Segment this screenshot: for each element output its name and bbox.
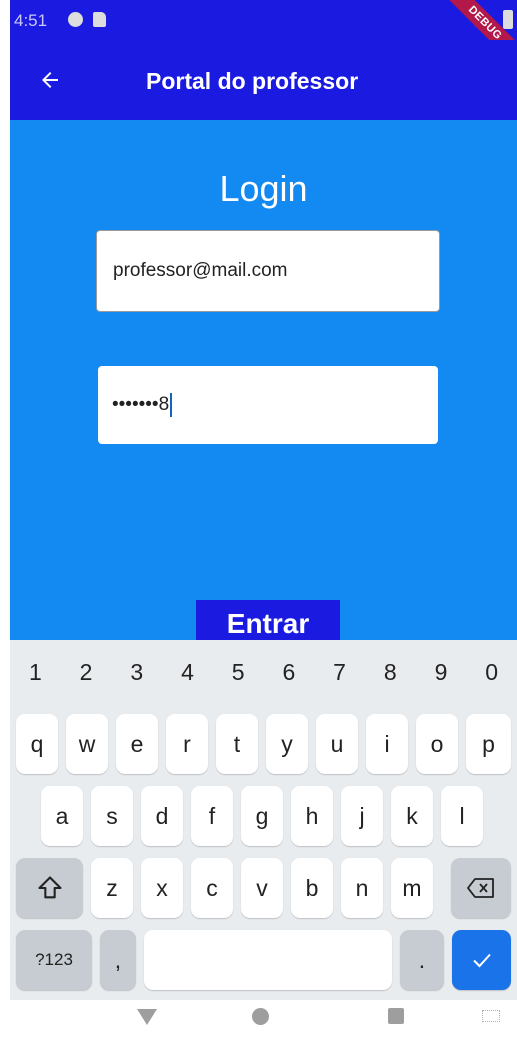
period-key[interactable]: .	[400, 930, 444, 990]
key-8[interactable]: 8	[365, 640, 416, 704]
backspace-icon	[467, 878, 494, 898]
space-key[interactable]	[144, 930, 392, 990]
key-u[interactable]: u	[316, 714, 358, 774]
login-button[interactable]: Entrar	[196, 600, 340, 640]
password-field[interactable]: •••••••8	[98, 366, 438, 444]
key-z[interactable]: z	[91, 858, 133, 918]
key-a[interactable]: a	[41, 786, 83, 846]
key-4[interactable]: 4	[162, 640, 213, 704]
nav-home-icon[interactable]	[252, 1008, 269, 1025]
symbols-key[interactable]: ?123	[16, 930, 92, 990]
key-g[interactable]: g	[241, 786, 283, 846]
key-d[interactable]: d	[141, 786, 183, 846]
key-b[interactable]: b	[291, 858, 333, 918]
comma-key[interactable]: ,	[100, 930, 136, 990]
email-field[interactable]: professor@mail.com	[96, 230, 440, 312]
key-0[interactable]: 0	[466, 640, 517, 704]
key-n[interactable]: n	[341, 858, 383, 918]
key-6[interactable]: 6	[264, 640, 315, 704]
key-3[interactable]: 3	[111, 640, 162, 704]
nav-back-icon[interactable]	[137, 1009, 157, 1025]
password-value: •••••••8	[112, 394, 170, 415]
login-heading: Login	[219, 168, 308, 209]
key-h[interactable]: h	[291, 786, 333, 846]
key-7[interactable]: 7	[314, 640, 365, 704]
key-p[interactable]: p	[466, 714, 511, 774]
backspace-key[interactable]	[451, 858, 511, 918]
key-i[interactable]: i	[366, 714, 408, 774]
key-c[interactable]: c	[191, 858, 233, 918]
check-icon	[472, 953, 491, 968]
back-button[interactable]	[30, 60, 70, 100]
status-time: 4:51	[14, 11, 48, 30]
keyboard-switch-icon[interactable]	[482, 1010, 500, 1022]
key-t[interactable]: t	[216, 714, 258, 774]
key-9[interactable]: 9	[416, 640, 467, 704]
key-l[interactable]: l	[441, 786, 483, 846]
notification-icon	[68, 12, 83, 27]
key-v[interactable]: v	[241, 858, 283, 918]
key-s[interactable]: s	[91, 786, 133, 846]
key-y[interactable]: y	[266, 714, 308, 774]
system-nav-bar	[10, 1000, 517, 1040]
number-row: 1 2 3 4 5 6 7 8 9 0	[10, 640, 517, 704]
shift-icon	[37, 876, 62, 899]
key-o[interactable]: o	[416, 714, 458, 774]
key-f[interactable]: f	[191, 786, 233, 846]
key-j[interactable]: j	[341, 786, 383, 846]
app-bar: Portal do professor	[10, 40, 517, 120]
email-value: professor@mail.com	[113, 260, 288, 281]
key-m[interactable]: m	[391, 858, 433, 918]
arrow-left-icon	[42, 72, 58, 88]
enter-key[interactable]	[452, 930, 511, 990]
key-5[interactable]: 5	[213, 640, 264, 704]
soft-keyboard: 1 2 3 4 5 6 7 8 9 0 q w e r t y u i o p …	[10, 640, 517, 1000]
key-x[interactable]: x	[141, 858, 183, 918]
key-1[interactable]: 1	[10, 640, 61, 704]
key-k[interactable]: k	[391, 786, 433, 846]
login-form: Login professor@mail.com •••••••8 Entrar	[10, 120, 517, 640]
shift-key[interactable]	[16, 858, 83, 918]
nav-recent-icon[interactable]	[388, 1008, 404, 1024]
sd-card-icon	[93, 12, 106, 27]
key-e[interactable]: e	[116, 714, 158, 774]
text-cursor	[170, 393, 173, 417]
page-title: Portal do professor	[146, 68, 359, 94]
key-2[interactable]: 2	[61, 640, 112, 704]
key-q[interactable]: q	[16, 714, 58, 774]
key-w[interactable]: w	[66, 714, 108, 774]
key-r[interactable]: r	[166, 714, 208, 774]
